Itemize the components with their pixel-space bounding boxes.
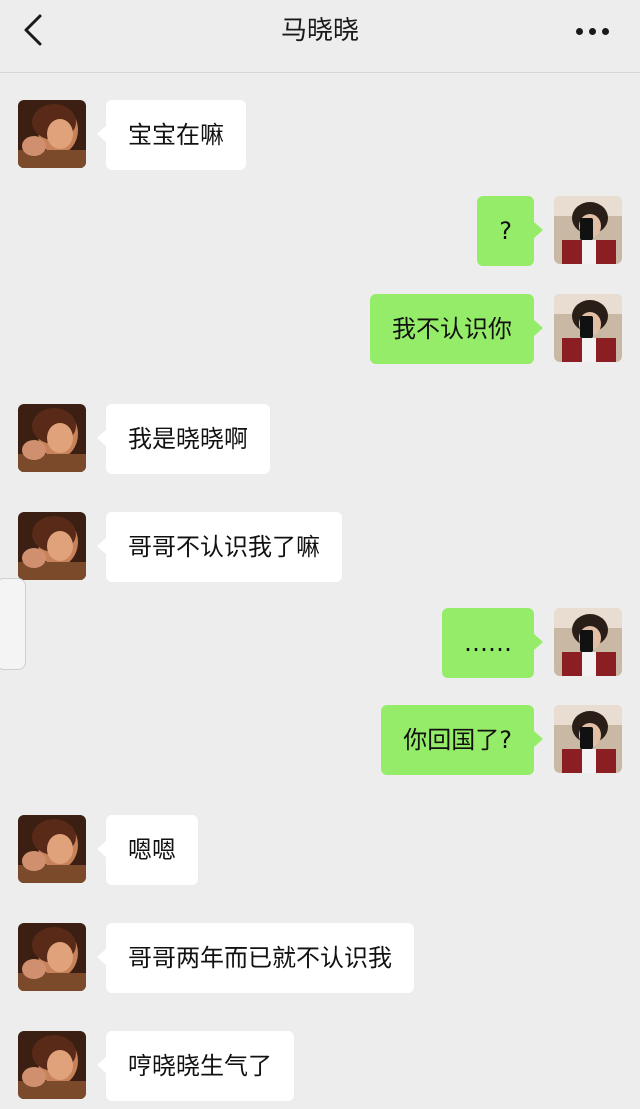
contact-avatar-image (18, 815, 86, 883)
contact-avatar-image (18, 404, 86, 472)
contact-avatar-image (18, 512, 86, 580)
chat-header: 马晓晓 (0, 0, 640, 73)
message-row-incoming: 哼晓晓生气了 (0, 1031, 640, 1101)
my-avatar[interactable] (554, 294, 622, 362)
contact-avatar[interactable] (18, 512, 86, 580)
message-bubble[interactable]: 哥哥不认识我了嘛 (97, 512, 342, 582)
chat-screen: 马晓晓 宝宝在嘛 ? 我不认识你 我是晓晓啊 哥哥不认识我了嘛 …… 你回国了?… (0, 0, 640, 1109)
message-bubble[interactable]: 我是晓晓啊 (97, 404, 270, 474)
my-avatar[interactable] (554, 705, 622, 773)
message-bubble[interactable]: 宝宝在嘛 (97, 100, 246, 170)
message-row-outgoing: 你回国了? (0, 705, 640, 775)
contact-avatar[interactable] (18, 100, 86, 168)
message-bubble[interactable]: 我不认识你 (370, 294, 543, 364)
message-row-incoming: 嗯嗯 (0, 815, 640, 885)
more-dots-icon (602, 28, 609, 35)
floating-side-tab[interactable] (0, 578, 26, 670)
contact-avatar-image (18, 1031, 86, 1099)
message-row-incoming: 哥哥不认识我了嘛 (0, 512, 640, 582)
message-row-outgoing: 我不认识你 (0, 294, 640, 364)
message-bubble[interactable]: 哼晓晓生气了 (97, 1031, 294, 1101)
contact-avatar[interactable] (18, 815, 86, 883)
message-bubble[interactable]: 哥哥两年而已就不认识我 (97, 923, 414, 993)
message-row-incoming: 宝宝在嘛 (0, 100, 640, 170)
my-avatar-image (554, 196, 622, 264)
message-row-incoming: 哥哥两年而已就不认识我 (0, 923, 640, 993)
my-avatar[interactable] (554, 196, 622, 264)
more-dots-icon (589, 28, 596, 35)
message-bubble[interactable]: ? (477, 196, 543, 266)
chat-title: 马晓晓 (280, 16, 359, 46)
contact-avatar-image (18, 923, 86, 991)
my-avatar-image (554, 608, 622, 676)
message-row-incoming: 我是晓晓啊 (0, 404, 640, 474)
contact-avatar-image (18, 100, 86, 168)
more-button[interactable] (574, 24, 614, 38)
contact-avatar[interactable] (18, 404, 86, 472)
more-dots-icon (576, 28, 583, 35)
contact-avatar[interactable] (18, 923, 86, 991)
message-bubble[interactable]: 嗯嗯 (97, 815, 198, 885)
message-bubble[interactable]: …… (442, 608, 543, 678)
contact-avatar[interactable] (18, 1031, 86, 1099)
message-bubble[interactable]: 你回国了? (381, 705, 543, 775)
my-avatar-image (554, 294, 622, 362)
my-avatar[interactable] (554, 608, 622, 676)
my-avatar-image (554, 705, 622, 773)
message-row-outgoing: …… (0, 608, 640, 678)
message-row-outgoing: ? (0, 196, 640, 266)
